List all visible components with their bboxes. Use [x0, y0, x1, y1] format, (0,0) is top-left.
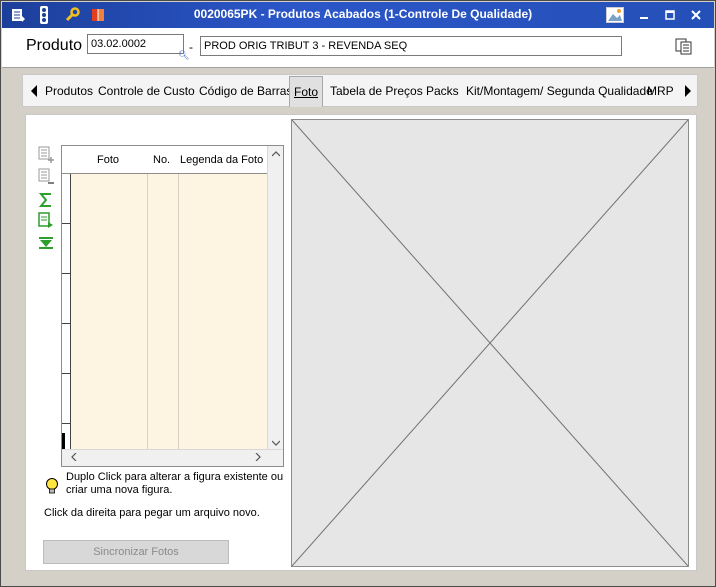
tab-scroll-left-icon[interactable] — [27, 83, 41, 99]
grid-vertical-scrollbar[interactable] — [267, 146, 283, 449]
remove-row-icon[interactable] — [37, 168, 55, 186]
tab-kit-montagem[interactable]: Kit/Montagem/ Segunda Qualidade — [466, 84, 653, 98]
tab-produtos[interactable]: Produtos — [45, 84, 93, 98]
copy-icon[interactable] — [675, 37, 693, 55]
grid-horizontal-scrollbar[interactable] — [62, 449, 283, 466]
book-icon[interactable] — [88, 5, 108, 25]
maximize-button[interactable] — [662, 7, 678, 23]
scroll-left-icon[interactable] — [71, 452, 77, 464]
photo-preview[interactable] — [291, 119, 689, 567]
menu-icon[interactable] — [8, 5, 28, 25]
close-button[interactable] — [688, 7, 704, 23]
minimize-button[interactable] — [636, 7, 652, 23]
sync-photos-button[interactable]: Sincronizar Fotos — [43, 540, 229, 564]
tab-tabela-de-precos[interactable]: Tabela de Preços — [330, 84, 423, 98]
image-icon[interactable] — [606, 6, 624, 24]
title-bar: 0020065PK - Produtos Acabados (1-Control… — [2, 2, 714, 28]
filter-icon[interactable] — [37, 234, 55, 252]
sum-icon[interactable] — [37, 191, 55, 209]
app-window: 0020065PK - Produtos Acabados (1-Control… — [0, 0, 716, 587]
right-click-hint-text: Click da direita para pegar um arquivo n… — [44, 507, 260, 519]
add-row-icon[interactable] — [37, 146, 55, 164]
tab-packs[interactable]: Packs — [426, 84, 459, 98]
scroll-right-icon[interactable] — [255, 452, 261, 464]
lookup-icon[interactable]: 🔍︎ — [178, 50, 189, 61]
traffic-light-icon[interactable] — [34, 5, 54, 25]
column-header-numero[interactable]: No. — [153, 154, 170, 166]
window-title: 0020065PK - Produtos Acabados (1-Control… — [193, 7, 533, 21]
scroll-down-icon[interactable] — [271, 438, 281, 449]
photo-grid[interactable]: Foto No. Legenda da Foto — [61, 145, 284, 467]
wrench-icon[interactable] — [62, 5, 82, 25]
produto-label: Produto — [26, 37, 83, 54]
lightbulb-icon — [44, 477, 60, 495]
tab-codigo-de-barras[interactable]: Código de Barras — [199, 84, 292, 98]
column-header-foto[interactable]: Foto — [97, 154, 119, 166]
grid-body[interactable] — [71, 174, 267, 449]
row-indicator-column — [62, 146, 71, 449]
scroll-up-icon[interactable] — [271, 149, 281, 160]
tab-mrp[interactable]: MRP — [647, 84, 674, 98]
tab-controle-de-custo[interactable]: Controle de Custo — [98, 84, 195, 98]
export-icon[interactable] — [37, 212, 55, 230]
tab-bar: Produtos Controle de Custo Código de Bar… — [22, 74, 698, 107]
column-header-legenda[interactable]: Legenda da Foto — [180, 154, 263, 166]
tab-foto[interactable]: Foto — [289, 76, 324, 107]
double-click-hint-text: Duplo Click para alterar a figura existe… — [66, 471, 284, 496]
separator: - — [189, 40, 193, 54]
product-header: Produto 03.02.0002 🔍︎ - PROD ORIG TRIBUT… — [2, 28, 714, 68]
grid-header: Foto No. Legenda da Foto — [62, 146, 268, 174]
product-code-field[interactable]: 03.02.0002 — [87, 34, 184, 54]
product-description-field[interactable]: PROD ORIG TRIBUT 3 - REVENDA SEQ — [200, 36, 622, 56]
tab-scroll-right-icon[interactable] — [681, 83, 695, 99]
